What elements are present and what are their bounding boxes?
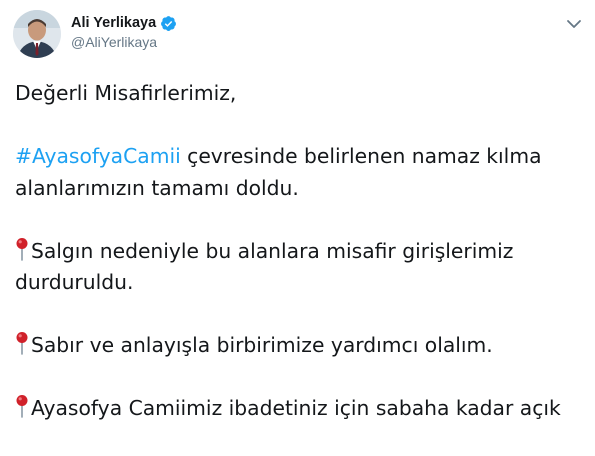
display-name-row: Ali Yerlikaya — [71, 13, 177, 33]
chevron-down-icon[interactable] — [566, 18, 582, 30]
paragraph-2-text: Salgın nedeniyle bu alanlara misafir gir… — [15, 238, 514, 295]
author-info[interactable]: Ali Yerlikaya @AliYerlikaya — [71, 13, 177, 50]
tweet-paragraph-3: Sabır ve anlayışla birbirimize yardımcı … — [15, 330, 585, 362]
tweet-paragraph-1: #AyasofyaCamii çevresinde belirlenen nam… — [15, 141, 585, 204]
tweet-card: Ali Yerlikaya @AliYerlikaya Değerli Misa… — [0, 0, 595, 420]
verified-badge-icon — [161, 15, 177, 31]
tweet-paragraph-4: Ayasofya Camiimiz ibadetiniz için sabaha… — [15, 393, 585, 425]
display-name[interactable]: Ali Yerlikaya — [71, 15, 156, 31]
handle[interactable]: @AliYerlikaya — [71, 34, 177, 50]
tweet-greeting: Değerli Misafirlerimiz, — [15, 81, 237, 105]
tweet-text: Değerli Misafirlerimiz, #AyasofyaCamii ç… — [15, 78, 585, 456]
hashtag-link[interactable]: #AyasofyaCamii — [15, 144, 181, 168]
avatar-photo-icon — [13, 10, 61, 58]
tweet-paragraph-2: Salgın nedeniyle bu alanlara misafir gir… — [15, 236, 585, 299]
round-pushpin-icon — [16, 332, 28, 355]
round-pushpin-icon — [16, 395, 28, 418]
paragraph-3-text: Sabır ve anlayışla birbirimize yardımcı … — [31, 333, 493, 357]
avatar[interactable] — [13, 10, 61, 58]
round-pushpin-icon — [16, 237, 28, 261]
